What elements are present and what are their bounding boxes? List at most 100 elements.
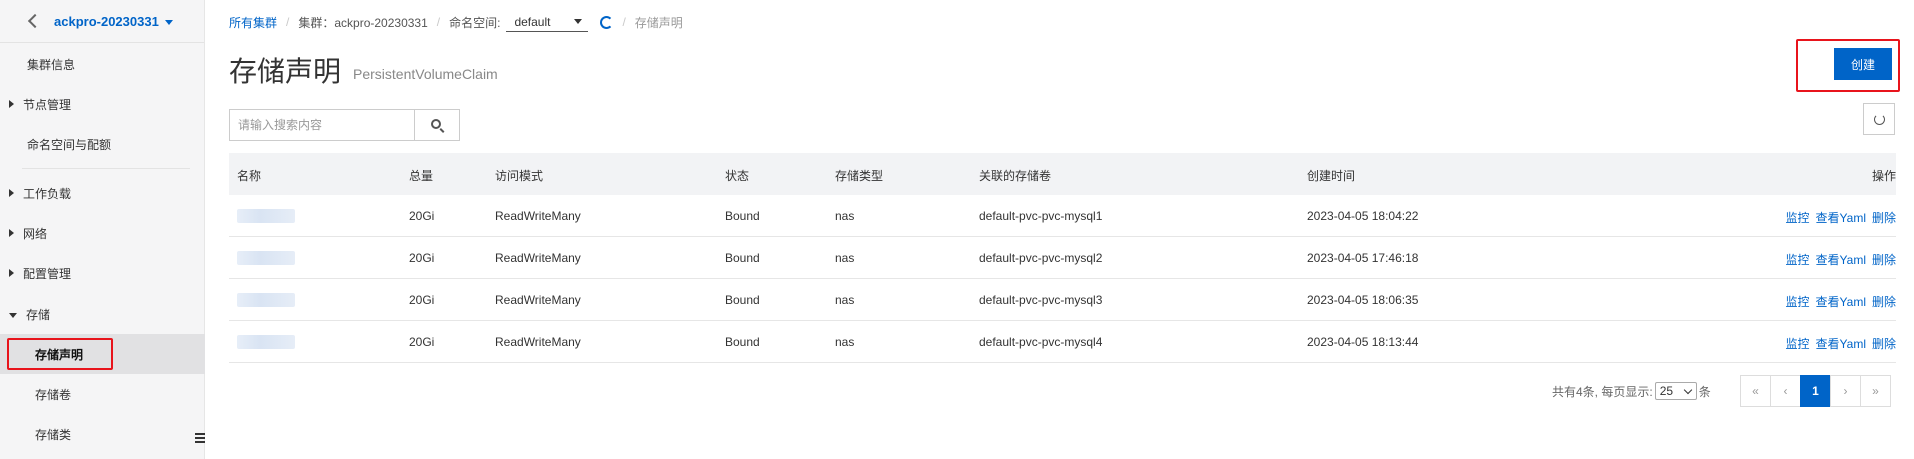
- breadcrumb-separator: /: [622, 15, 626, 29]
- cell-access-mode: ReadWriteMany: [495, 251, 581, 265]
- sidebar-item-label: 命名空间与配额: [27, 137, 112, 152]
- highlight-box: [7, 338, 113, 370]
- cell-volume: default-pvc-pvc-mysql3: [979, 293, 1103, 307]
- row-actions: 监控 查看Yaml 删除: [1780, 293, 1896, 310]
- page-subtitle: PersistentVolumeClaim: [353, 66, 498, 82]
- cell-storage-type: nas: [835, 251, 855, 265]
- sidebar-item-label: 工作负载: [23, 186, 72, 201]
- header-storage-type: 存储类型: [835, 169, 884, 183]
- page-button-current[interactable]: 1: [1800, 375, 1831, 407]
- prev-page-button[interactable]: ‹: [1770, 375, 1801, 407]
- cell-capacity: 20Gi: [409, 251, 435, 265]
- sidebar-item-cluster-info[interactable]: 集群信息: [0, 44, 205, 84]
- table-row: 20Gi ReadWriteMany Bound nas default-pvc…: [229, 195, 1896, 237]
- monitor-link[interactable]: 监控: [1786, 211, 1810, 225]
- cell-storage-type: nas: [835, 293, 855, 307]
- header-volume: 关联的存储卷: [979, 169, 1052, 183]
- search-icon: [431, 119, 441, 129]
- delete-link[interactable]: 删除: [1872, 295, 1896, 309]
- sidebar-item-pv[interactable]: 存储卷: [0, 374, 205, 414]
- row-actions: 监控 查看Yaml 删除: [1780, 209, 1896, 226]
- breadcrumb-all-clusters[interactable]: 所有集群: [229, 14, 277, 31]
- sidebar-item-label: 节点管理: [23, 97, 72, 112]
- sidebar-item-config[interactable]: 配置管理: [0, 253, 205, 293]
- namespace-value: default: [514, 14, 551, 29]
- sidebar-item-namespaces[interactable]: 命名空间与配额: [0, 124, 205, 164]
- page-size-value: 25: [1659, 384, 1674, 398]
- cell-capacity: 20Gi: [409, 335, 435, 349]
- page-size-select[interactable]: 25: [1654, 382, 1697, 400]
- sidebar-item-storage[interactable]: 存储: [0, 294, 205, 334]
- header-actions: 操作: [1871, 169, 1896, 183]
- pvc-name-redacted[interactable]: [237, 293, 295, 307]
- table-refresh-button[interactable]: [1863, 103, 1895, 135]
- cell-created: 2023-04-05 18:13:44: [1307, 335, 1419, 349]
- namespace-select[interactable]: default: [506, 12, 589, 32]
- caret-right-icon: [9, 100, 14, 108]
- cluster-name: ackpro-20230331: [54, 13, 159, 29]
- collapse-sidebar-icon[interactable]: [195, 433, 205, 443]
- pvc-name-redacted[interactable]: [237, 335, 295, 349]
- first-page-button[interactable]: «: [1740, 375, 1771, 407]
- sidebar-divider: [22, 168, 190, 169]
- pagination-summary: 共有4条, 每页显示: 25 条: [1552, 382, 1711, 400]
- breadcrumb-cluster: 集群：ackpro-20230331: [298, 15, 428, 30]
- cell-volume: default-pvc-pvc-mysql4: [979, 335, 1103, 349]
- caret-down-icon: [9, 312, 17, 318]
- cell-created: 2023-04-05 18:06:35: [1307, 293, 1419, 307]
- pvc-name-redacted[interactable]: [237, 209, 295, 223]
- delete-link[interactable]: 删除: [1872, 253, 1896, 267]
- page-title: 存储声明: [229, 56, 342, 87]
- view-yaml-link[interactable]: 查看Yaml: [1816, 295, 1866, 309]
- view-yaml-link[interactable]: 查看Yaml: [1816, 253, 1866, 267]
- delete-link[interactable]: 删除: [1872, 337, 1896, 351]
- sidebar-item-label: 存储类: [35, 427, 72, 442]
- sidebar-item-storageclass[interactable]: 存储类: [0, 414, 205, 454]
- pagination-total: 共有4条, 每页显示:: [1552, 384, 1653, 399]
- pvc-table: 名称 总量 访问模式 状态 存储类型 关联的存储卷 创建时间 操作 20Gi R…: [229, 153, 1896, 363]
- view-yaml-link[interactable]: 查看Yaml: [1816, 337, 1866, 351]
- cluster-switcher[interactable]: ackpro-20230331: [54, 14, 173, 29]
- cell-storage-type: nas: [835, 209, 855, 223]
- sidebar-item-label: 存储卷: [35, 387, 72, 402]
- main-content: 所有集群 / 集群：ackpro-20230331 / 命名空间: defaul…: [205, 0, 1914, 459]
- header-name: 名称: [237, 169, 262, 183]
- cell-capacity: 20Gi: [409, 209, 435, 223]
- sidebar-item-nodes[interactable]: 节点管理: [0, 84, 205, 124]
- view-yaml-link[interactable]: 查看Yaml: [1816, 211, 1866, 225]
- cell-access-mode: ReadWriteMany: [495, 335, 581, 349]
- pvc-name-redacted[interactable]: [237, 251, 295, 265]
- header-capacity: 总量: [409, 169, 434, 183]
- table-row: 20Gi ReadWriteMany Bound nas default-pvc…: [229, 321, 1896, 363]
- header-created: 创建时间: [1307, 169, 1356, 183]
- sidebar-item-workloads[interactable]: 工作负载: [0, 173, 205, 213]
- namespace-label: 命名空间:: [449, 15, 501, 30]
- last-page-button[interactable]: »: [1860, 375, 1891, 407]
- caret-down-icon: [574, 19, 583, 24]
- sidebar-item-label: 集群信息: [27, 57, 76, 72]
- sidebar: ackpro-20230331 集群信息 节点管理 命名空间与配额 工作负载 网…: [0, 0, 205, 459]
- sidebar-item-network[interactable]: 网络: [0, 213, 205, 253]
- breadcrumb-current: 存储声明: [634, 15, 683, 30]
- cell-access-mode: ReadWriteMany: [495, 209, 581, 223]
- cell-created: 2023-04-05 18:04:22: [1307, 209, 1419, 223]
- pagination-unit: 条: [1698, 384, 1711, 399]
- monitor-link[interactable]: 监控: [1786, 253, 1810, 267]
- refresh-icon[interactable]: [600, 15, 614, 29]
- cell-status: Bound: [725, 251, 760, 265]
- monitor-link[interactable]: 监控: [1786, 295, 1810, 309]
- cell-status: Bound: [725, 209, 760, 223]
- cell-status: Bound: [725, 293, 760, 307]
- header-access-mode: 访问模式: [495, 169, 544, 183]
- search-button[interactable]: [414, 109, 460, 141]
- next-page-button[interactable]: ›: [1830, 375, 1861, 407]
- back-arrow-icon[interactable]: [26, 14, 40, 28]
- cell-capacity: 20Gi: [409, 293, 435, 307]
- cell-volume: default-pvc-pvc-mysql1: [979, 209, 1103, 223]
- row-actions: 监控 查看Yaml 删除: [1780, 251, 1896, 268]
- cell-access-mode: ReadWriteMany: [495, 293, 581, 307]
- search-input[interactable]: [229, 109, 414, 141]
- delete-link[interactable]: 删除: [1872, 211, 1896, 225]
- monitor-link[interactable]: 监控: [1786, 337, 1810, 351]
- breadcrumb-separator: /: [436, 15, 441, 29]
